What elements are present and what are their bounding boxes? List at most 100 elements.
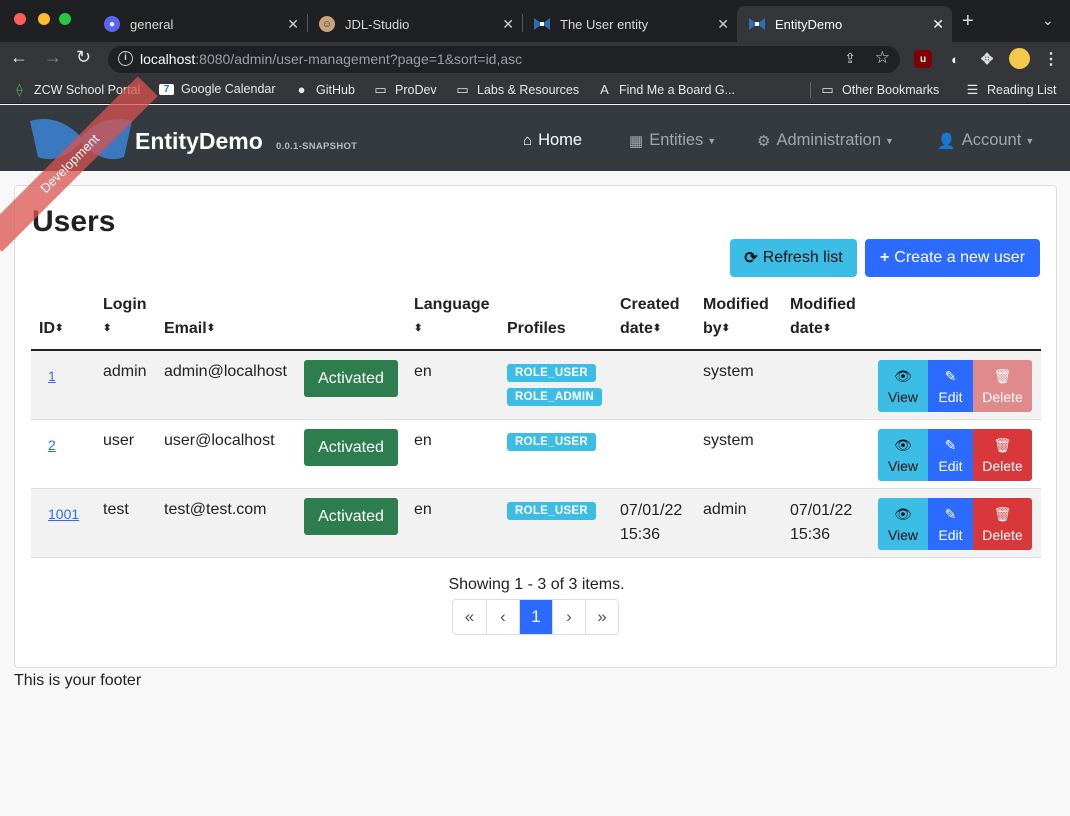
browser-menu-icon[interactable]: ⋮ bbox=[1042, 50, 1060, 68]
trash-icon: 🗑 bbox=[993, 367, 1012, 384]
nav-entities[interactable]: ▦ Entities ▼ bbox=[629, 131, 716, 150]
maximize-window-button[interactable] bbox=[59, 13, 71, 25]
caret-down-icon: ▼ bbox=[885, 135, 894, 146]
page-current-button[interactable]: 1 bbox=[519, 600, 552, 634]
user-id-link[interactable]: 1001 bbox=[48, 502, 79, 526]
bookmark-folder-labs[interactable]: ▭ Labs & Resources bbox=[455, 82, 579, 98]
users-card: Users ⟳ Refresh list + Create a new user I… bbox=[14, 185, 1057, 668]
jhipster-icon bbox=[534, 16, 550, 32]
user-id-link[interactable]: 1 bbox=[48, 364, 56, 388]
user-login: test bbox=[103, 501, 129, 518]
activated-toggle-button[interactable]: Activated bbox=[304, 429, 398, 466]
col-header-modified-date[interactable]: Modified date⬍ bbox=[790, 293, 856, 341]
pencil-icon: ✎ bbox=[944, 367, 957, 384]
profile-avatar[interactable] bbox=[1009, 48, 1030, 69]
browser-tab-user-entity[interactable]: The User entity ✕ bbox=[522, 6, 737, 42]
url-text[interactable]: localhost:8080/admin/user-management?pag… bbox=[140, 51, 522, 67]
activated-toggle-button[interactable]: Activated bbox=[304, 360, 398, 397]
role-badge: ROLE_USER bbox=[507, 433, 596, 451]
calendar-icon: 7 bbox=[159, 83, 174, 95]
col-header-id[interactable]: ID⬍ bbox=[39, 317, 63, 341]
app-navbar: EntityDemo 0.0.1-SNAPSHOT ⌂ Home ▦ Entitie… bbox=[0, 105, 1070, 171]
zcw-icon: ⟠ bbox=[16, 82, 23, 97]
bookmark-star-icon[interactable]: ☆ bbox=[875, 48, 890, 68]
address-bar[interactable]: i localhost:8080/admin/user-management?p… bbox=[108, 46, 900, 73]
refresh-list-button[interactable]: ⟳ Refresh list bbox=[730, 239, 857, 277]
ublock-extension-icon[interactable]: u bbox=[914, 50, 932, 68]
nav-account[interactable]: 👤 Account ▼ bbox=[937, 131, 1034, 150]
modified-by: system bbox=[703, 363, 754, 380]
close-tab-icon[interactable]: ✕ bbox=[287, 16, 299, 33]
delete-button[interactable]: 🗑 Delete bbox=[973, 498, 1032, 550]
view-button[interactable]: 👁 View bbox=[878, 360, 928, 412]
close-tab-icon[interactable]: ✕ bbox=[932, 16, 944, 33]
delete-button[interactable]: 🗑 Delete bbox=[973, 429, 1032, 481]
col-header-email[interactable]: Email⬍ bbox=[164, 317, 215, 341]
page-prev-button[interactable]: ‹ bbox=[486, 600, 519, 634]
new-tab-icon[interactable]: + bbox=[962, 10, 974, 33]
caret-down-icon: ▼ bbox=[1025, 135, 1035, 146]
bookmark-find-board[interactable]: A Find Me a Board G... bbox=[597, 82, 735, 97]
bookmark-folder-prodev[interactable]: ▭ ProDev bbox=[373, 82, 436, 98]
edit-button[interactable]: ✎ Edit bbox=[928, 498, 973, 550]
minimize-window-button[interactable] bbox=[38, 13, 50, 25]
user-language: en bbox=[414, 501, 432, 518]
browser-tab-entitydemo[interactable]: EntityDemo ✕ bbox=[737, 6, 952, 42]
close-tab-icon[interactable]: ✕ bbox=[717, 16, 729, 33]
col-header-profiles: Profiles bbox=[507, 320, 566, 337]
page-first-button[interactable]: « bbox=[453, 600, 486, 634]
share-icon[interactable]: ⇪ bbox=[844, 50, 856, 67]
tab-search-chevron-icon[interactable]: ⌄ bbox=[1042, 12, 1054, 29]
edit-button[interactable]: ✎ Edit bbox=[928, 360, 973, 412]
caret-down-icon: ▼ bbox=[707, 135, 717, 146]
edit-button[interactable]: ✎ Edit bbox=[928, 429, 973, 481]
close-tab-icon[interactable]: ✕ bbox=[502, 16, 514, 33]
forward-arrow-icon[interactable]: → bbox=[44, 47, 62, 68]
col-header-language[interactable]: Language ⬍ bbox=[414, 293, 490, 341]
extensions-puzzle-icon[interactable]: ✥ bbox=[978, 50, 996, 68]
sort-icon: ⬍ bbox=[822, 323, 832, 334]
delete-button[interactable]: 🗑 Delete bbox=[973, 360, 1032, 412]
bookmark-google-calendar[interactable]: 7 Google Calendar bbox=[159, 82, 276, 96]
sync-icon: ⟳ bbox=[744, 250, 758, 267]
nav-administration[interactable]: ⚙ Administration ▼ bbox=[757, 131, 894, 150]
user-language: en bbox=[414, 363, 432, 380]
modified-by: system bbox=[703, 432, 754, 449]
users-cog-icon: ⚙ bbox=[757, 132, 771, 150]
tab-title: EntityDemo bbox=[775, 16, 843, 32]
browser-tab-general[interactable]: ● general ✕ bbox=[92, 6, 307, 42]
page-next-button[interactable]: › bbox=[552, 600, 585, 634]
modified-date: 07/01/22 15:36 bbox=[790, 502, 853, 543]
browser-tab-jdl-studio[interactable]: ☺ JDL-Studio ✕ bbox=[307, 6, 522, 42]
col-header-created-date[interactable]: Created date⬍ bbox=[620, 293, 680, 341]
activated-toggle-button[interactable]: Activated bbox=[304, 498, 398, 535]
bookmarks-bar: ⟠ ZCW School Portal 7 Google Calendar ● Git… bbox=[0, 76, 1070, 104]
user-icon: 👤 bbox=[937, 132, 956, 150]
discord-icon: ● bbox=[104, 16, 120, 32]
site-info-icon[interactable]: i bbox=[118, 51, 133, 66]
reload-icon[interactable]: ↻ bbox=[76, 47, 91, 68]
bookmark-folder-other[interactable]: ▭ Other Bookmarks bbox=[820, 82, 939, 98]
reading-list[interactable]: ☰ Reading List bbox=[965, 82, 1057, 98]
page-last-button[interactable]: » bbox=[585, 600, 618, 634]
user-id-link[interactable]: 2 bbox=[48, 433, 56, 457]
brand-title[interactable]: EntityDemo bbox=[135, 128, 263, 155]
folder-icon: ▭ bbox=[374, 82, 387, 97]
spy-extension-icon[interactable]: ◐ bbox=[946, 50, 964, 68]
nav-home[interactable]: ⌂ Home bbox=[523, 131, 582, 150]
bookmark-github[interactable]: ● GitHub bbox=[294, 82, 355, 97]
view-button[interactable]: 👁 View bbox=[878, 429, 928, 481]
sort-icon: ⬍ bbox=[414, 323, 423, 334]
jdl-icon: ☺ bbox=[319, 16, 335, 32]
view-button[interactable]: 👁 View bbox=[878, 498, 928, 550]
modified-by: admin bbox=[703, 501, 747, 518]
create-user-button[interactable]: + Create a new user bbox=[865, 239, 1040, 277]
sort-icon: ⬍ bbox=[721, 323, 731, 334]
trash-icon: 🗑 bbox=[993, 505, 1012, 522]
col-header-modified-by[interactable]: Modified by⬍ bbox=[703, 293, 769, 341]
trash-icon: 🗑 bbox=[993, 436, 1012, 453]
col-header-login[interactable]: Login ⬍ bbox=[103, 293, 147, 341]
back-arrow-icon[interactable]: ← bbox=[10, 47, 28, 68]
close-window-button[interactable] bbox=[14, 13, 26, 25]
folder-icon: ▭ bbox=[821, 82, 834, 97]
